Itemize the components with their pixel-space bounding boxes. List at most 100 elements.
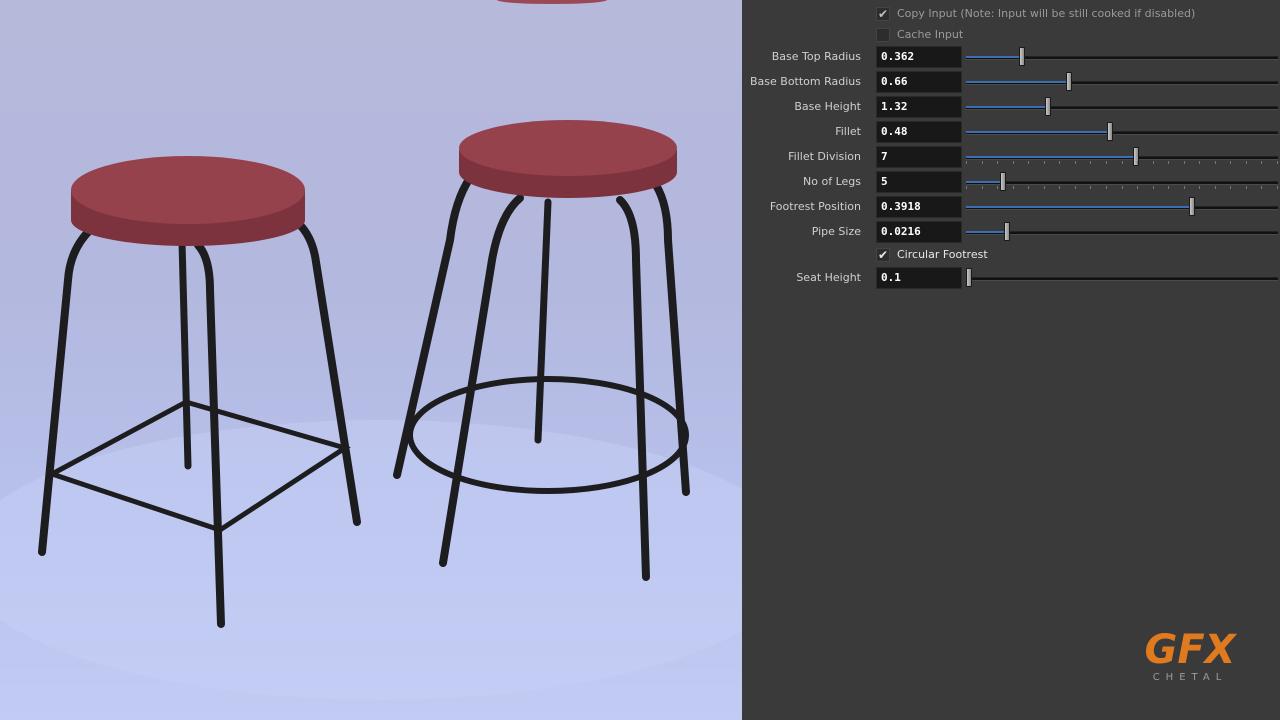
param-label: Footrest Position [769, 200, 861, 213]
slider-tick [1106, 186, 1107, 189]
param-row-base-bottom-radius: Base Bottom Radius 0.66 [742, 71, 1280, 93]
param-field[interactable]: 0.66 [876, 71, 962, 93]
param-label: Pipe Size [811, 225, 861, 238]
slider-tick [1246, 161, 1247, 164]
slider-tick [1013, 161, 1014, 164]
slider-tick [1090, 186, 1091, 189]
circular-footrest-checkbox[interactable]: ✔ [876, 248, 890, 262]
slider-handle[interactable] [1000, 172, 1006, 191]
slider-tick [1153, 186, 1154, 189]
param-row-fillet: Fillet 0.48 [742, 121, 1280, 143]
parameter-panel: ✔ Copy Input (Note: Input will be still … [742, 0, 1280, 720]
param-label: Fillet Division [788, 150, 861, 163]
slider-tick [1028, 161, 1029, 164]
param-field[interactable]: 0.0216 [876, 221, 962, 243]
slider-tick [1230, 161, 1231, 164]
slider-tick [1090, 161, 1091, 164]
param-slider[interactable] [966, 196, 1278, 218]
param-label: Seat Height [796, 271, 861, 284]
slider-tick [982, 161, 983, 164]
slider-tick [997, 186, 998, 189]
slider-handle[interactable] [1045, 97, 1051, 116]
copy-input-checkbox[interactable]: ✔ [876, 7, 890, 21]
slider-tick [1028, 186, 1029, 189]
slider-handle[interactable] [966, 268, 972, 287]
cache-input-label: Cache Input [897, 28, 964, 41]
slider-tick [1230, 186, 1231, 189]
slider-tick [982, 186, 983, 189]
slider-tick [1184, 186, 1185, 189]
param-label: Base Bottom Radius [749, 75, 861, 88]
param-slider[interactable] [966, 96, 1278, 118]
checkmark-icon: ✔ [877, 248, 889, 262]
slider-tick [997, 161, 998, 164]
param-field[interactable]: 7 [876, 146, 962, 168]
slider-tick [1153, 161, 1154, 164]
slider-tick [966, 186, 967, 189]
slider-tick [1215, 186, 1216, 189]
param-field[interactable]: 1.32 [876, 96, 962, 118]
param-field[interactable]: 0.362 [876, 46, 962, 68]
slider-tick [1261, 186, 1262, 189]
cache-input-checkbox[interactable] [876, 28, 890, 42]
param-slider[interactable] [966, 121, 1278, 143]
slider-tick [1184, 161, 1185, 164]
gfx-chetal-logo: GFX CHETAL [1140, 615, 1240, 685]
slider-tick [1044, 186, 1045, 189]
logo-mark-text: GFX [1145, 627, 1238, 673]
slider-tick [1168, 186, 1169, 189]
copy-input-label: Copy Input (Note: Input will be still co… [897, 7, 1196, 20]
slider-handle[interactable] [1019, 47, 1025, 66]
slider-tick [1246, 186, 1247, 189]
slider-tick [1168, 161, 1169, 164]
param-field[interactable]: 0.1 [876, 267, 962, 289]
slider-tick [1122, 186, 1123, 189]
param-label: Base Top Radius [771, 50, 861, 63]
param-field[interactable]: 5 [876, 171, 962, 193]
stool-circular-seat [459, 120, 677, 198]
param-slider[interactable] [966, 221, 1278, 243]
param-row-fillet-division: Fillet Division 7 [742, 146, 1280, 168]
slider-handle[interactable] [1133, 147, 1139, 166]
param-field[interactable]: 0.48 [876, 121, 962, 143]
param-label: No of Legs [803, 175, 861, 188]
slider-tick [1044, 161, 1045, 164]
param-slider[interactable] [966, 46, 1278, 68]
stool-square-seat [71, 156, 305, 246]
slider-tick [1013, 186, 1014, 189]
param-row-footrest-position: Footrest Position 0.3918 [742, 196, 1280, 218]
param-slider[interactable] [966, 171, 1278, 193]
param-row-no-of-legs: No of Legs 5 [742, 171, 1280, 193]
circular-footrest-label: Circular Footrest [897, 248, 988, 261]
slider-handle[interactable] [1189, 197, 1195, 216]
circular-footrest-row: ✔ Circular Footrest [742, 247, 1280, 269]
slider-tick [1075, 186, 1076, 189]
slider-tick [1137, 161, 1138, 164]
partial-seat-top [497, 0, 607, 4]
param-label: Fillet [835, 125, 861, 138]
slider-tick [1199, 161, 1200, 164]
checkmark-icon: ✔ [877, 7, 889, 21]
viewport-render [0, 0, 742, 700]
slider-tick [966, 161, 967, 164]
slider-tick [1059, 161, 1060, 164]
slider-tick [1137, 186, 1138, 189]
slider-tick [1277, 186, 1278, 189]
param-label: Base Height [794, 100, 861, 113]
logo-subtext: CHETAL [1153, 672, 1228, 683]
copy-input-row: ✔ Copy Input (Note: Input will be still … [742, 6, 1280, 28]
param-slider[interactable] [966, 267, 1278, 289]
slider-tick [1199, 186, 1200, 189]
slider-tick [1059, 186, 1060, 189]
slider-handle[interactable] [1107, 122, 1113, 141]
slider-handle[interactable] [1004, 222, 1010, 241]
param-row-pipe-size: Pipe Size 0.0216 [742, 221, 1280, 243]
param-field[interactable]: 0.3918 [876, 196, 962, 218]
slider-tick [1277, 161, 1278, 164]
viewport[interactable] [0, 0, 742, 720]
param-row-seat-height: Seat Height 0.1 [742, 267, 1280, 289]
slider-handle[interactable] [1066, 72, 1072, 91]
param-slider[interactable] [966, 146, 1278, 168]
param-row-base-top-radius: Base Top Radius 0.362 [742, 46, 1280, 68]
param-slider[interactable] [966, 71, 1278, 93]
